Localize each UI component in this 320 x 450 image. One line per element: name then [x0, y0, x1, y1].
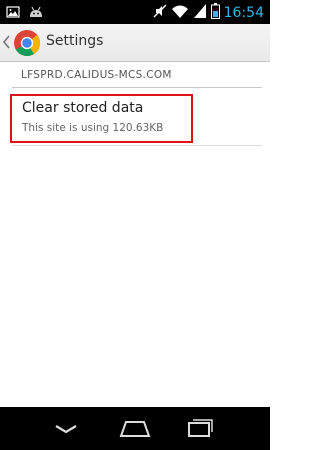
status-time: 16:54 [223, 5, 264, 21]
wifi-icon [171, 3, 189, 23]
nav-home-icon[interactable] [118, 417, 152, 443]
nav-back-icon[interactable] [52, 417, 80, 443]
navigation-bar [0, 407, 270, 450]
site-origin-label: LFSPRD.CALIDUS-MCS.COM [21, 69, 172, 81]
chrome-logo-icon[interactable] [13, 29, 41, 61]
notification-icons [6, 4, 44, 23]
clear-stored-data-title: Clear stored data [22, 100, 144, 116]
site-section-header: LFSPRD.CALIDUS-MCS.COM [12, 66, 262, 88]
status-bar: 16:54 [0, 0, 270, 24]
list-divider [12, 145, 262, 146]
no-sound-icon [153, 3, 167, 23]
signal-icon [193, 3, 207, 23]
gallery-notification-icon [6, 4, 20, 23]
clear-stored-data-item[interactable]: Clear stored data This site is using 120… [10, 94, 193, 143]
storage-usage-summary: This site is using 120.63KB [22, 122, 164, 134]
system-icons: 16:54 [153, 3, 264, 23]
back-caret-icon[interactable] [2, 34, 11, 54]
battery-icon [210, 3, 220, 23]
android-notification-icon [28, 4, 44, 23]
action-bar: Settings [0, 24, 270, 62]
nav-recent-apps-icon[interactable] [184, 417, 214, 443]
page-title: Settings [46, 33, 104, 49]
